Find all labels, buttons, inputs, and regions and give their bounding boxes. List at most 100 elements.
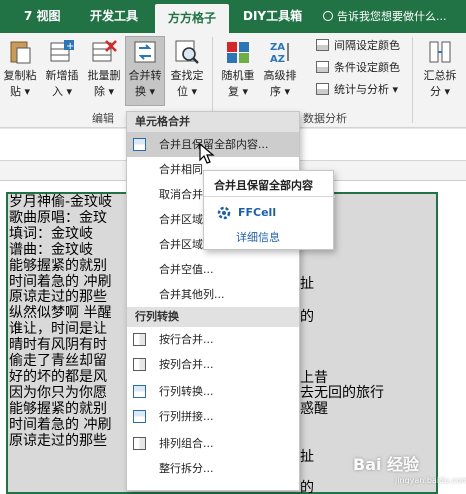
lyric-fragment: 的	[300, 480, 314, 494]
table-icon	[133, 333, 146, 346]
lyric-line: 纵然似梦啊 半醒	[9, 305, 112, 322]
merge-convert-label: 合并转	[128, 69, 162, 82]
menu-item-permutation[interactable]: 排列组合...	[127, 431, 299, 456]
lyric-line: 能够握紧的就别	[9, 257, 107, 274]
lyric-line: 歌曲原唱：金玟	[9, 209, 107, 226]
condition-color-label: 条件设定颜色	[334, 61, 400, 74]
merge-convert-menu: 单元格合并 合并且保留全部内容... 合并相同 取消合并 合并区域 合并区域 合…	[126, 111, 300, 491]
merge-icon	[133, 138, 146, 151]
batch-delete-label: 批量删	[87, 69, 121, 82]
menu-item-transpose[interactable]: 行列转换...	[127, 379, 299, 404]
menu-item-label: 排列组合...	[159, 437, 214, 450]
lyric-fragment: 去无回的旅行	[300, 385, 384, 401]
menu-item-join[interactable]: 行列拼接...	[127, 404, 299, 429]
tooltip-more-info-link[interactable]: 详细信息	[236, 229, 280, 245]
lyric-line: 晴时有风阴有时	[9, 337, 107, 354]
mouse-cursor-icon	[199, 143, 215, 164]
lyric-fragment: 扯	[300, 276, 314, 292]
insert-label: 新增插	[45, 69, 79, 82]
ribbon-tab-bar: 7 视图 开发工具 方方格子 DIY工具箱 告诉我您想要做什么...	[0, 0, 466, 33]
menu-item-label: 取消合并	[159, 188, 203, 201]
lyric-fragment: 惑醒	[300, 401, 328, 417]
menu-item-merge-empty[interactable]: 合并空值...	[127, 257, 299, 282]
lightbulb-icon	[323, 11, 333, 21]
table-icon	[133, 358, 146, 371]
stats-analysis-label: 统计与分析 ▾	[334, 83, 399, 96]
copy-paste-label: 复制粘	[3, 69, 37, 82]
menu-item-label: 按列合并...	[159, 358, 214, 371]
lyric-line: 原谅走过的那些	[9, 289, 107, 306]
tell-me-text: 告诉我您想要做什么...	[337, 10, 447, 23]
menu-item-label: 合并其他列...	[159, 288, 225, 301]
menu-item-label: 合并区域	[159, 238, 203, 251]
menu-item-label: 行列拼接...	[159, 410, 214, 423]
menu-header-row-col: 行列转换	[127, 307, 299, 327]
tooltip-brand: FFCell	[238, 206, 277, 219]
menu-item-label: 行列转换...	[159, 385, 214, 398]
tooltip-divider	[204, 196, 335, 197]
random-repeat-button[interactable]: 随机重 复 ▾	[218, 37, 258, 100]
group-label-edit: 编辑	[92, 112, 114, 125]
join-icon	[133, 410, 146, 423]
merge-convert-label-2: 换 ▾	[134, 85, 156, 98]
lyric-line: 因为你只为你愿	[9, 384, 107, 401]
tab-diy-toolbox[interactable]: DIY工具箱	[243, 0, 302, 33]
lyric-fragment: 上昔	[300, 370, 328, 386]
menu-item-label: 合并空值...	[159, 263, 214, 276]
interval-color-label: 间隔设定颜色	[334, 39, 400, 52]
lyric-line: 时间着急的 冲刷	[9, 273, 112, 290]
gear-icon	[216, 205, 232, 221]
insert-label-2: 入 ▾	[51, 85, 73, 98]
summary-split-label: 汇总拆	[423, 69, 457, 82]
batch-delete-label-2: 除 ▾	[93, 85, 115, 98]
watermark-sub: jingyan.baidu.com	[395, 476, 466, 485]
insert-button[interactable]: + 新增插 入 ▾	[42, 37, 82, 100]
group-separator	[412, 37, 413, 123]
random-repeat-label: 随机重	[221, 69, 255, 82]
menu-item-label: 合并区域	[159, 213, 203, 226]
stats-analysis-item[interactable]: 统计与分析 ▾	[316, 81, 398, 99]
copy-paste-label-2: 贴 ▾	[9, 85, 31, 98]
menu-item-label: 按行合并...	[159, 333, 214, 346]
tooltip: 合并且保留全部内容 FFCell 详细信息	[203, 170, 335, 250]
lyric-line: 原谅走过的那些	[9, 432, 107, 449]
svg-text:ZA: ZA	[270, 42, 285, 53]
menu-item-label: 整行拆分...	[159, 462, 214, 475]
summary-split-button[interactable]: 汇总拆 分 ▾	[420, 37, 460, 100]
menu-item-split-row[interactable]: 整行拆分...	[127, 456, 299, 481]
tab-fangfang[interactable]: 方方格子	[155, 4, 229, 33]
lyric-line: 谁让，时间是让	[9, 321, 107, 338]
batch-delete-button[interactable]: 批量删 除 ▾	[84, 37, 124, 100]
insert-icon: +	[49, 39, 75, 65]
svg-text:+: +	[66, 41, 74, 52]
tooltip-title: 合并且保留全部内容	[214, 179, 313, 192]
random-repeat-label-2: 复 ▾	[227, 85, 249, 98]
merge-convert-button[interactable]: 合并转 换 ▾	[125, 36, 165, 106]
condition-color-item[interactable]: 条件设定颜色	[316, 59, 400, 77]
lyric-line: 能够握紧的就别	[9, 400, 107, 417]
tab-developer[interactable]: 开发工具	[90, 0, 138, 33]
copy-paste-button[interactable]: 复制粘 贴 ▾	[0, 37, 40, 100]
magnifier-icon	[174, 39, 200, 65]
find-locate-label: 查找定	[170, 69, 204, 82]
advanced-sort-label: 高级排	[263, 69, 297, 82]
interval-color-item[interactable]: 间隔设定颜色	[316, 37, 400, 55]
random-icon	[225, 39, 251, 65]
summary-icon	[427, 39, 453, 65]
clipboard-icon	[7, 39, 33, 65]
stats-icon	[316, 83, 329, 95]
menu-item-merge-by-col[interactable]: 按列合并...	[127, 352, 299, 377]
advanced-sort-label-2: 序 ▾	[269, 85, 291, 98]
menu-item-merge-other-col[interactable]: 合并其他列...	[127, 282, 299, 307]
menu-item-merge-by-row[interactable]: 按行合并...	[127, 327, 299, 352]
transpose-icon	[133, 385, 146, 398]
watermark: Bai 经验	[353, 455, 420, 474]
condition-color-icon	[316, 61, 329, 73]
sort-az-icon: ZA AZ	[267, 39, 293, 65]
summary-split-label-2: 分 ▾	[429, 85, 451, 98]
find-locate-label-2: 位 ▾	[176, 85, 198, 98]
tell-me-box[interactable]: 告诉我您想要做什么...	[323, 0, 447, 33]
advanced-sort-button[interactable]: ZA AZ 高级排 序 ▾	[260, 37, 300, 100]
tab-view[interactable]: 7 视图	[24, 0, 61, 33]
find-locate-button[interactable]: 查找定 位 ▾	[167, 37, 207, 100]
